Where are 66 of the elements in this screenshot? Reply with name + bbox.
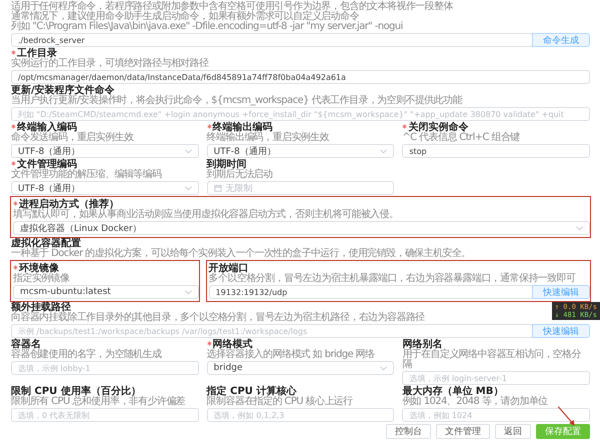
chevron-down-icon bbox=[184, 186, 192, 190]
field-label: 终端输入编码 bbox=[17, 123, 77, 133]
field-hint: ^C 代表信息 Ctrl+C 组合键 bbox=[402, 133, 520, 143]
select-field[interactable]: UTF-8（通用） bbox=[206, 144, 394, 158]
chevron-down-icon bbox=[576, 226, 583, 230]
select-field[interactable]: 虚拟化容器（Linux Docker） bbox=[13, 221, 590, 235]
input-field[interactable]: 19132:19132/udp bbox=[208, 285, 533, 299]
calendar-icon bbox=[214, 184, 222, 192]
field-label: 限制 CPU 使用率（百分比） bbox=[11, 387, 141, 397]
input-field[interactable]: stop bbox=[402, 144, 590, 158]
field-hint: 容器创建使用的名字，为空随机生成 bbox=[11, 350, 162, 360]
field-label: 进程启动方式（推荐） bbox=[19, 200, 119, 210]
input-field[interactable]: 选填，示例 lobby-1 bbox=[11, 361, 199, 375]
field-hint: 限制容器在指定的 CPU 核心上运行 bbox=[206, 397, 353, 407]
action-button[interactable]: 文件管理 bbox=[436, 424, 490, 439]
select-field[interactable]: bridge bbox=[206, 361, 394, 375]
field-label: 工作目录 bbox=[17, 49, 57, 59]
chevron-down-icon bbox=[184, 148, 192, 154]
field-hint: 填写默认即可，如果从事商业活动则应当使用虚拟化容器启动方式，否则主机将可能被入侵。 bbox=[13, 210, 398, 220]
field-hint: 多个以空格分割，冒号左边为宿主机暴露端口，右边为容器暴露端口，通常保持一致即可 bbox=[208, 274, 576, 284]
select-field[interactable]: UTF-8（通用） bbox=[11, 144, 199, 158]
input-field[interactable]: 列如 "D:/SteamCMD/steamcmd.exe" +login anonymous +force_install_dir "${mcsm_workspace}" "+app_update 380870 validate" +quit bbox=[11, 107, 590, 121]
input-field[interactable]: 选填，0 代表无限制 bbox=[11, 408, 199, 422]
input-field[interactable]: 选填，示例 login-server-1 bbox=[402, 371, 590, 385]
field-hint: 列如 "C:\Program Files\Java\bin\java.exe" -Dfile.encoding=utf-8 -jar "my server.jar" -nogui bbox=[11, 22, 403, 32]
field-hint: 指定实例镜像 bbox=[13, 274, 70, 284]
input-field[interactable]: ./bedrock_server bbox=[11, 33, 533, 47]
section-title: 虚拟化容器配置 bbox=[11, 239, 81, 249]
section-hint: 一种基于 Docker 的虚拟化方案，可以给每个实例装入一个一次性的盒子中运行，使用完销毁，确保主机安全。 bbox=[11, 249, 472, 259]
field-hint: 实例运行的工作目录，可填绝对路径与相对路径 bbox=[11, 59, 208, 69]
field-label: 更新/安装程序文件命令 bbox=[11, 86, 115, 96]
field-hint: 到期后无法启动 bbox=[206, 170, 272, 180]
field-hint: 用于在自定义网络中容器互相访问，空格分隔 bbox=[402, 350, 582, 370]
action-button[interactable]: 返回 bbox=[495, 424, 531, 439]
input-field[interactable]: 选填，例如 0,1,2,3 bbox=[206, 408, 394, 422]
field-label: 指定 CPU 计算核心 bbox=[206, 387, 296, 397]
input-field[interactable]: /opt/mcsmanager/daemon/data/InstanceData/f6d845891a74ff78f0ba04a492a61a bbox=[11, 70, 590, 84]
field-hint: 向容器内挂载除工作目录外的其他目录，多个以空格分割，冒号左边为宿主机路径，右边为容器路径 bbox=[11, 313, 425, 323]
action-button[interactable]: 控制台 bbox=[386, 424, 431, 439]
field-label: 终端输出编码 bbox=[212, 123, 273, 133]
field-label: 环境镜像 bbox=[19, 264, 59, 274]
input-field[interactable]: 选填，例如 1024 bbox=[402, 408, 590, 422]
field-label: 最大内存（单位 MB） bbox=[402, 387, 504, 397]
field-hint: 命令发送编码，重启实例生效 bbox=[11, 133, 134, 143]
select-field[interactable]: UTF-8（通用） bbox=[11, 181, 199, 195]
chevron-down-icon bbox=[184, 290, 192, 294]
field-hint: 通常情况下，建议使用命令助手生成启动命令，如果有额外需求可以自定义启动命令 bbox=[11, 12, 359, 22]
field-hint: 当用户执行更新/安装操作时，将会执行此命令，${mcsm_workspace} 代表工作目录，为空则不提供此功能 bbox=[11, 96, 462, 106]
field-label: 网络别名 bbox=[402, 340, 442, 350]
field-hint: 限制所有 CPU 总和使用率，非有少许偏差 bbox=[11, 397, 186, 407]
field-hint: 选择容器接入的网络模式 如 bridge 网络 bbox=[206, 350, 374, 360]
field-hint: 终端输出编码，重启实例生效 bbox=[206, 133, 329, 143]
field-hint: 适用于任何程序命令，若程序路径或附加参数中含有空格可使用引号作为边界，包含的文本将视作一段整体 bbox=[11, 2, 453, 12]
field-label: 网络模式 bbox=[212, 340, 253, 350]
field-label: 开放端口 bbox=[208, 264, 249, 274]
chevron-down-icon bbox=[380, 148, 388, 154]
field-label: 到期时间 bbox=[206, 160, 247, 170]
field-label: 文件管理编码 bbox=[17, 160, 77, 170]
field-label: 容器名 bbox=[11, 340, 41, 350]
field-label: 关闭实例命令 bbox=[408, 123, 468, 133]
select-field[interactable]: mcsm-ubuntu:latest bbox=[13, 285, 199, 299]
field-hint: 文件管理功能的解压缩、编辑等编码 bbox=[11, 170, 162, 180]
field-hint: 例如 1024、2048 等，请勿加单位 bbox=[402, 397, 548, 407]
field-label: 额外挂载路径 bbox=[11, 303, 71, 313]
chevron-down-icon bbox=[380, 366, 388, 370]
input-field[interactable]: 示例 /backups/test1:/workspace/backups /var/logs/test1:/workspace/logs bbox=[11, 324, 533, 338]
